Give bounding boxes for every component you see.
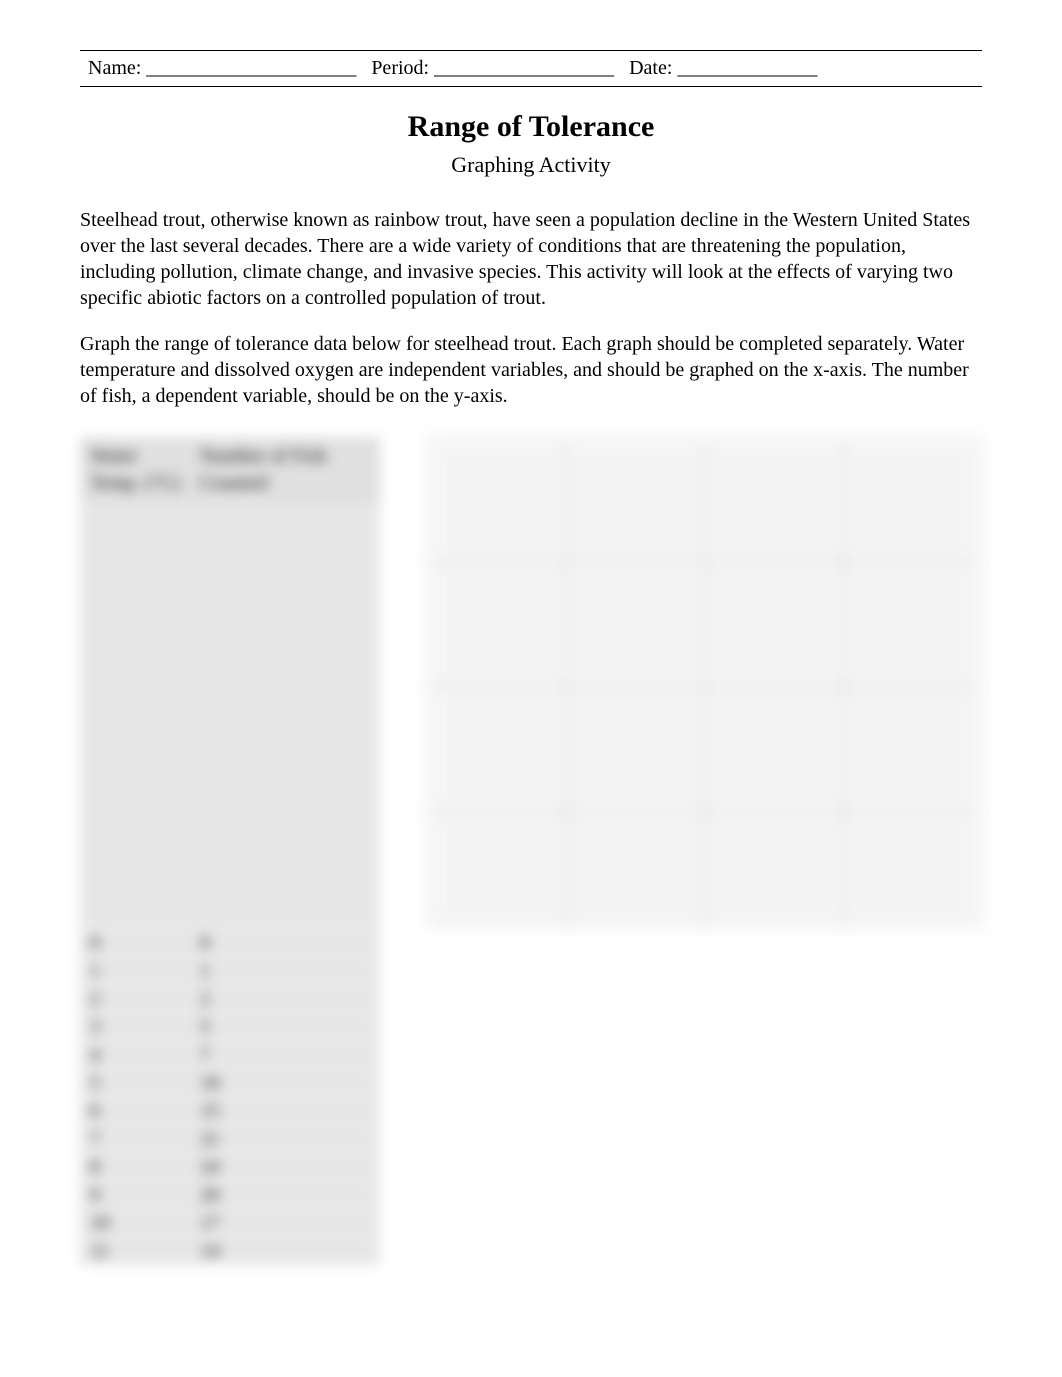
table-row: 510 bbox=[80, 1070, 380, 1098]
table-cell-temp: 2 bbox=[80, 986, 190, 1014]
table-row: 721 bbox=[80, 1126, 380, 1154]
instructions-paragraph: Graph the range of tolerance data below … bbox=[80, 331, 982, 409]
table-row: 1114 bbox=[80, 1238, 380, 1266]
table-cell-count: 20 bbox=[190, 1182, 380, 1210]
table-row: 1017 bbox=[80, 1210, 380, 1238]
table-cell-count: 24 bbox=[190, 1154, 380, 1182]
table-cell-count: 10 bbox=[190, 1070, 380, 1098]
table-cell-count: 1 bbox=[190, 958, 380, 986]
table-row: 615 bbox=[80, 1098, 380, 1126]
date-field-label: Date: ______________ bbox=[629, 57, 817, 79]
page-subtitle: Graphing Activity bbox=[80, 150, 982, 180]
table-cell-temp: 5 bbox=[80, 1070, 190, 1098]
table-row: 11 bbox=[80, 958, 380, 986]
table-cell-count: 7 bbox=[190, 1042, 380, 1070]
table-row: 35 bbox=[80, 1014, 380, 1042]
table-row: 824 bbox=[80, 1154, 380, 1182]
table-cell-temp: 7 bbox=[80, 1126, 190, 1154]
table-cell-count: 0 bbox=[190, 930, 380, 958]
table-cell-temp: 0 bbox=[80, 930, 190, 958]
page-title: Range of Tolerance bbox=[80, 107, 982, 148]
table-cell-count: 2 bbox=[190, 986, 380, 1014]
table-header-temp: Water Temp. (°C) bbox=[80, 437, 190, 500]
table-cell-count: 14 bbox=[190, 1238, 380, 1266]
table-cell-temp: 11 bbox=[80, 1238, 190, 1266]
table-cell-temp: 1 bbox=[80, 958, 190, 986]
table-row: 00 bbox=[80, 930, 380, 958]
table-cell-count: 21 bbox=[190, 1126, 380, 1154]
table-spacer bbox=[80, 500, 380, 930]
period-field-label: Period: __________________ bbox=[371, 57, 614, 79]
table-cell-temp: 6 bbox=[80, 1098, 190, 1126]
table-cell-count: 15 bbox=[190, 1098, 380, 1126]
table-cell-temp: 9 bbox=[80, 1182, 190, 1210]
graph-grid-area bbox=[428, 437, 982, 927]
name-field-label: Name: _____________________ bbox=[88, 57, 356, 79]
table-cell-temp: 10 bbox=[80, 1210, 190, 1238]
graph-grid-icon bbox=[428, 437, 982, 927]
intro-paragraph: Steelhead trout, otherwise known as rain… bbox=[80, 207, 982, 311]
table-cell-temp: 4 bbox=[80, 1042, 190, 1070]
table-row: 22 bbox=[80, 986, 380, 1014]
table-cell-count: 17 bbox=[190, 1210, 380, 1238]
table-row: 920 bbox=[80, 1182, 380, 1210]
worksheet-header: Name: _____________________ Period: ____… bbox=[80, 50, 982, 87]
table-cell-temp: 8 bbox=[80, 1154, 190, 1182]
data-table: Water Temp. (°C) Number of Fish Counted … bbox=[80, 437, 380, 1265]
data-table-panel: Water Temp. (°C) Number of Fish Counted … bbox=[80, 437, 380, 1265]
table-cell-temp: 3 bbox=[80, 1014, 190, 1042]
table-row: 47 bbox=[80, 1042, 380, 1070]
content-row: Water Temp. (°C) Number of Fish Counted … bbox=[80, 437, 982, 1265]
table-cell-count: 5 bbox=[190, 1014, 380, 1042]
table-header-count: Number of Fish Counted bbox=[190, 437, 380, 500]
